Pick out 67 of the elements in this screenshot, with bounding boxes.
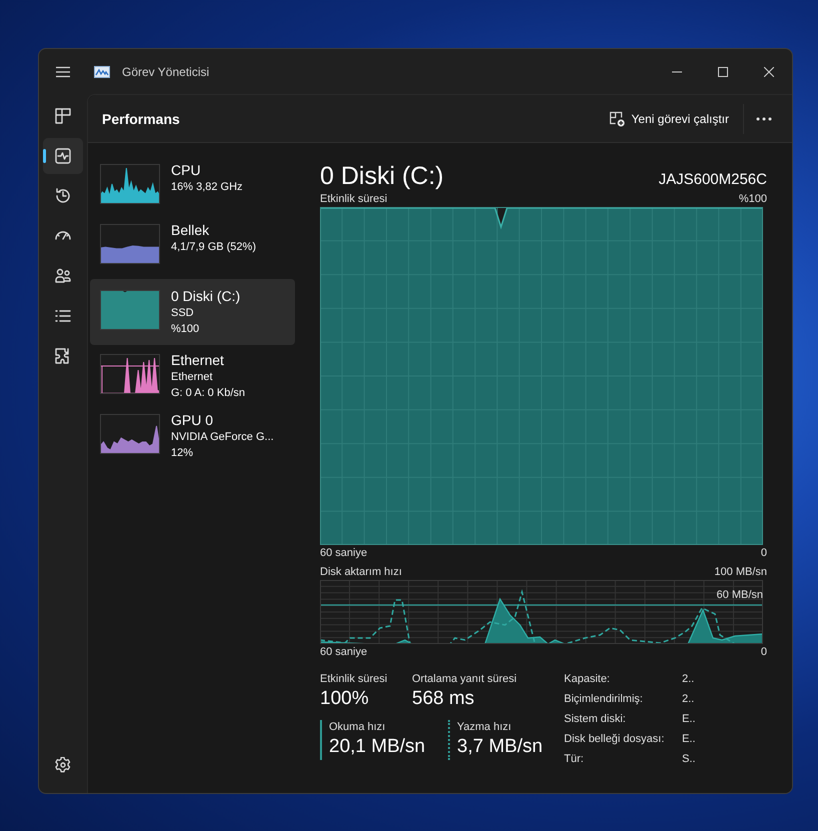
run-new-task-button[interactable]: Yeni görevi çalıştır — [601, 104, 737, 132]
device-item[interactable]: GPU 0 NVIDIA GeForce G... 12% — [90, 409, 295, 467]
device-name: CPU — [171, 162, 202, 179]
pulse-icon — [53, 146, 73, 166]
device-name: 0 Diski (C:) — [171, 288, 240, 305]
usage-graph — [100, 414, 160, 454]
stat-label: Okuma hızı — [329, 720, 386, 734]
stat-label: Ortalama yanıt süresi — [412, 672, 517, 686]
usage-graph — [100, 290, 160, 330]
app-logo-icon — [94, 66, 110, 78]
property-value: S.. — [682, 752, 696, 767]
stat-label: Etkinlik süresi — [320, 672, 388, 686]
stat-value: 100% — [320, 687, 370, 711]
property-value: E.. — [682, 732, 696, 747]
property-value: 2.. — [682, 672, 696, 687]
device-detail: 12% — [171, 446, 194, 461]
legend-line — [320, 720, 322, 760]
legend-line — [448, 720, 450, 760]
usage-graph — [100, 164, 160, 204]
device-name: Ethernet — [171, 352, 225, 369]
stat-label: Yazma hızı — [457, 720, 512, 734]
device-detail: Ethernet — [171, 370, 214, 385]
property-value: E.. — [682, 712, 696, 727]
property-label: Disk belleği dosyası: — [564, 732, 666, 747]
property-label: Biçimlendirilmiş: — [564, 692, 644, 707]
device-item[interactable]: 0 Diski (C:) SSD %100 — [90, 279, 295, 345]
window-title: Görev Yöneticisi — [122, 64, 210, 78]
reference-line-label: 60 MB/sn — [716, 589, 763, 601]
device-name: Bellek — [171, 222, 210, 239]
axis-time-label: 60 saniye — [320, 645, 368, 659]
property-label: Kapasite: — [564, 672, 611, 687]
stat-value: 568 ms — [412, 687, 476, 711]
stat-value: 3,7 MB/sn — [457, 735, 543, 759]
axis-max-label: %100 — [738, 192, 767, 206]
chart-label: Disk aktarım hızı — [320, 565, 402, 579]
property-value: 2.. — [682, 692, 696, 707]
disk-model: JAJS600M256C — [658, 171, 767, 188]
device-item[interactable]: Bellek 4,1/7,9 GB (52%) — [90, 219, 295, 277]
axis-min-label: 0 — [760, 645, 767, 659]
axis-max-label: 100 MB/sn — [714, 565, 767, 579]
disk-title: 0 Diski (C:) — [320, 161, 444, 191]
axis-time-label: 60 saniye — [320, 546, 368, 560]
new-task-icon — [609, 110, 626, 126]
device-name: GPU 0 — [171, 412, 214, 429]
device-item[interactable]: CPU 16% 3,82 GHz — [90, 159, 295, 217]
stat-value: 20,1 MB/sn — [329, 735, 426, 759]
settings-icon — [55, 757, 71, 773]
nav-item[interactable] — [43, 138, 83, 174]
property-label: Tür: — [564, 752, 585, 767]
more-icon — [756, 116, 772, 120]
axis-min-label: 0 — [760, 546, 767, 560]
device-detail: 4,1/7,9 GB (52%) — [171, 240, 256, 255]
maximize-icon — [718, 66, 728, 76]
page-title: Performans — [102, 110, 180, 126]
device-detail: NVIDIA GeForce G... — [171, 430, 274, 445]
device-detail: SSD — [171, 306, 195, 321]
grid-icon — [53, 106, 73, 126]
property-label: Sistem diski: — [564, 712, 627, 727]
menu-icon — [55, 66, 71, 78]
device-detail: G: 0 A: 0 Kb/sn — [171, 386, 245, 401]
device-detail: 16% 3,82 GHz — [171, 180, 243, 195]
close-icon — [764, 66, 774, 76]
device-item[interactable]: Ethernet Ethernet G: 0 A: 0 Kb/sn — [90, 349, 295, 407]
chart-label: Etkinlik süresi — [320, 192, 388, 206]
usage-graph — [100, 224, 160, 264]
device-detail: %100 — [171, 322, 200, 337]
usage-graph — [100, 354, 160, 394]
